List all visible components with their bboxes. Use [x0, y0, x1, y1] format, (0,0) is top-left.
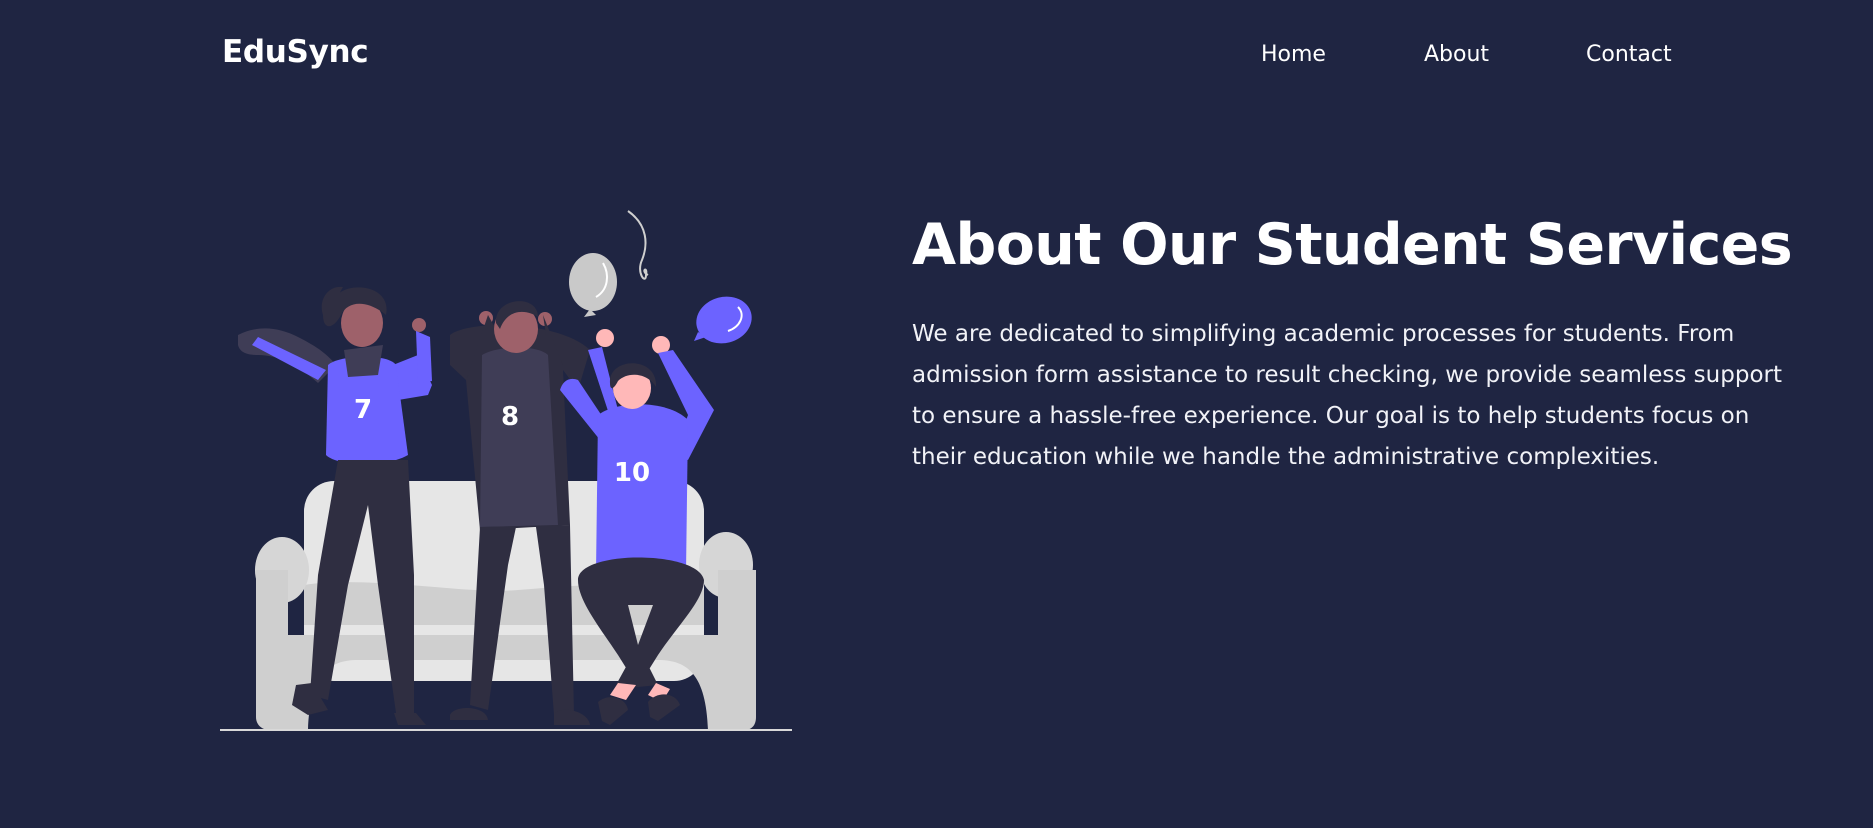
site-header: EduSync Home About Contact	[0, 0, 1873, 110]
jersey-number-7: 7	[354, 395, 372, 425]
about-description: We are dedicated to simplifying academic…	[912, 321, 1782, 470]
about-section: About Our Student Services We are dedica…	[912, 210, 1793, 478]
page: EduSync Home About Contact 7 8 10 About …	[0, 0, 1873, 828]
jersey-number-10: 10	[614, 458, 650, 488]
grey-balloon	[569, 253, 617, 311]
purple-balloon	[696, 296, 752, 344]
main-nav: Home About Contact	[0, 42, 1873, 72]
jersey-number-8: 8	[501, 402, 519, 432]
nav-contact-link[interactable]: Contact	[1586, 42, 1672, 67]
celebrating-students-illustration: 7 8 10	[220, 210, 792, 731]
nav-home-link[interactable]: Home	[1261, 42, 1326, 67]
nav-about-link[interactable]: About	[1424, 42, 1489, 67]
balloon-string-doodle	[627, 210, 649, 280]
page-title: About Our Student Services	[912, 212, 1793, 278]
